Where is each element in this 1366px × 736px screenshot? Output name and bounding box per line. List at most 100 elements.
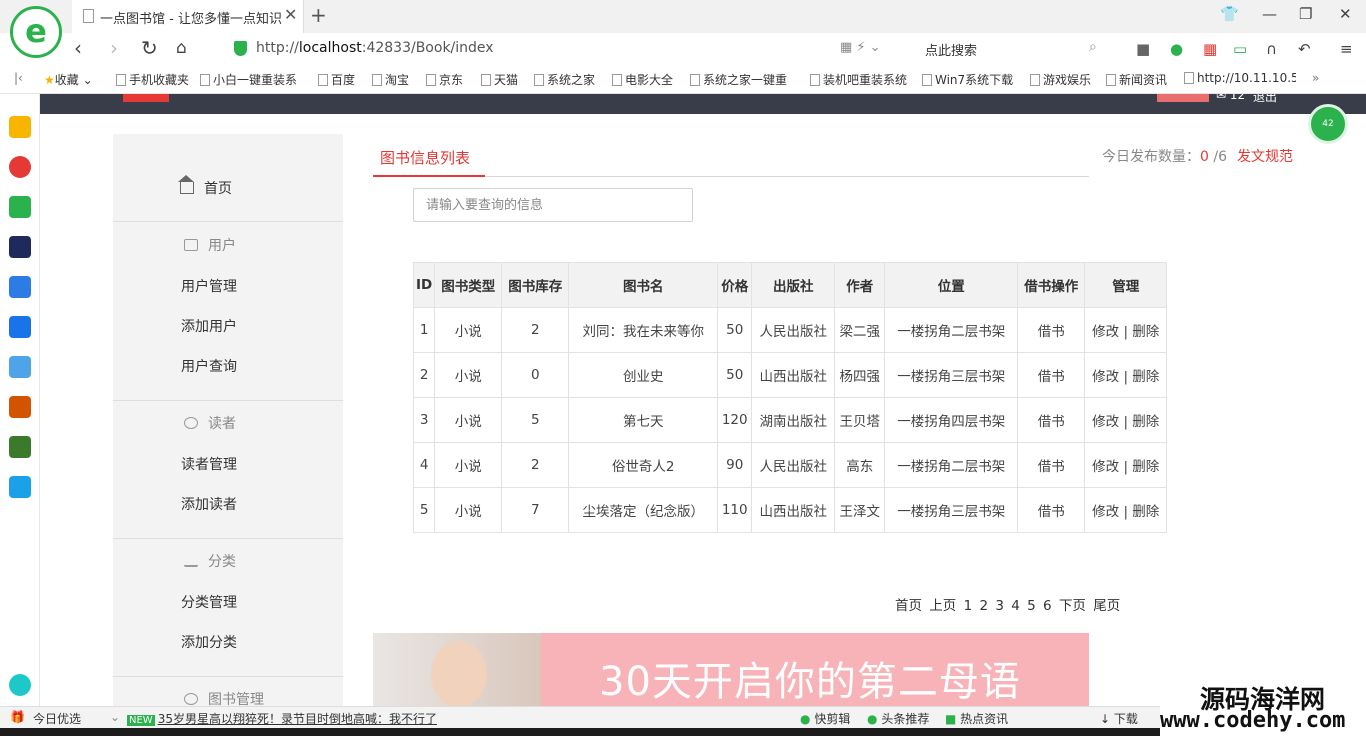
sidebar-item-add-category[interactable]: 添加分类 xyxy=(181,632,237,652)
page-next[interactable]: 下页 xyxy=(1059,598,1086,614)
message-count[interactable]: ✉ 12 xyxy=(1216,94,1245,102)
page-number[interactable]: 4 xyxy=(1011,598,1020,614)
site-logo[interactable] xyxy=(123,94,169,102)
ad-banner[interactable]: 30天开启你的第二母语 xyxy=(373,633,1089,706)
page-number[interactable]: 3 xyxy=(995,598,1004,614)
bookmark-item[interactable]: ★收藏 ⌄ xyxy=(44,71,93,88)
sidebar-item-user-query[interactable]: 用户查询 xyxy=(181,356,237,376)
manage-links[interactable]: 修改 | 删除 xyxy=(1084,352,1168,398)
bookmark-item[interactable]: 京东 xyxy=(426,71,463,88)
undo-icon[interactable]: ↶ xyxy=(1298,40,1311,58)
manage-links[interactable]: 修改 | 删除 xyxy=(1084,442,1168,488)
add-panel-icon[interactable] xyxy=(9,674,31,696)
sidebar-section-readers[interactable]: 读者 xyxy=(184,413,236,433)
borrow-link[interactable]: 借书 xyxy=(1017,487,1086,533)
chevron-down-icon[interactable]: ⌄ xyxy=(110,710,120,724)
sidebar-item-category-manage[interactable]: 分类管理 xyxy=(181,592,237,612)
sidebar-section-books[interactable]: 图书管理 xyxy=(184,689,264,706)
favorites-icon[interactable] xyxy=(9,116,31,138)
borrow-link[interactable]: 借书 xyxy=(1017,307,1086,353)
bookmark-item[interactable]: 手机收藏夹 xyxy=(116,71,189,88)
page-prev[interactable]: 上页 xyxy=(929,598,956,614)
bookmark-item[interactable]: 电影大全 xyxy=(612,71,673,88)
bookmark-item[interactable]: 小白一键重装系 xyxy=(200,71,297,88)
game-icon[interactable] xyxy=(9,396,31,418)
page-first[interactable]: 首页 xyxy=(895,598,922,614)
news-headline[interactable]: 35岁男星高以翔猝死！录节目时倒地高喊：我不行了 xyxy=(158,712,437,726)
status-item[interactable]: ● 快剪辑 xyxy=(800,710,850,727)
skin-icon[interactable]: 👕 xyxy=(1220,5,1239,23)
sidebar-item-user-manage[interactable]: 用户管理 xyxy=(181,276,237,296)
battery-icon[interactable]: ▭ xyxy=(1233,40,1247,58)
manage-links[interactable]: 修改 | 删除 xyxy=(1084,397,1168,443)
bookmark-item[interactable]: 百度 xyxy=(318,71,355,88)
bookmark-item[interactable]: Win7系统下载 xyxy=(922,71,1013,88)
manage-links[interactable]: 修改 | 删除 xyxy=(1084,307,1168,353)
sidebar-section-users[interactable]: 用户 xyxy=(184,235,236,255)
reload-icon[interactable]: ↻ xyxy=(141,36,158,60)
bookmark-item[interactable]: 天猫 xyxy=(481,71,518,88)
sidebar-item-add-user[interactable]: 添加用户 xyxy=(181,316,237,336)
manage-links[interactable]: 修改 | 删除 xyxy=(1084,487,1168,533)
page-number[interactable]: 2 xyxy=(979,598,988,614)
tab-close-icon[interactable]: ✕ xyxy=(284,5,297,24)
search-input[interactable] xyxy=(413,188,693,222)
game-icon[interactable] xyxy=(9,436,31,458)
address-bar[interactable]: http://localhost:42833/Book/index xyxy=(256,40,494,56)
new-tab-button[interactable]: + xyxy=(310,3,327,27)
maximize-icon[interactable]: ❐ xyxy=(1299,5,1312,23)
headphones-icon[interactable]: ∩ xyxy=(1266,40,1277,58)
download-item[interactable]: ↓ 下载 xyxy=(1100,710,1138,727)
page-last[interactable]: 尾页 xyxy=(1093,598,1120,614)
gift-icon[interactable]: 🎁 xyxy=(10,710,25,724)
page-number[interactable]: 1 xyxy=(964,598,973,614)
status-item[interactable]: ■ 热点资讯 xyxy=(945,710,1008,727)
borrow-link[interactable]: 借书 xyxy=(1017,442,1086,488)
browser-tab[interactable]: 一点图书馆 - 让您多懂一点知识 ✕ xyxy=(72,0,304,33)
bookmark-item[interactable]: 装机吧重装系统 xyxy=(810,71,907,88)
close-window-icon[interactable]: ✕ xyxy=(1339,5,1352,23)
page-number[interactable]: 5 xyxy=(1027,598,1036,614)
bookmarks-toggle-icon[interactable]: |‹ xyxy=(14,71,23,85)
publish-rules-link[interactable]: 发文规范 xyxy=(1237,146,1293,166)
bookmark-item[interactable]: http://10.11.10.5 xyxy=(1184,71,1296,85)
status-item[interactable]: ● 头条推荐 xyxy=(867,710,929,727)
borrow-link[interactable]: 借书 xyxy=(1017,352,1086,398)
search-icon[interactable]: ⌕ xyxy=(1089,39,1097,55)
ip-app-icon[interactable] xyxy=(9,476,31,498)
tab-book-list[interactable]: 图书信息列表 xyxy=(380,147,470,168)
sidebar-item-add-reader[interactable]: 添加读者 xyxy=(181,494,237,514)
browser-logo-icon[interactable]: e xyxy=(10,6,62,58)
logout-link[interactable]: 退出 xyxy=(1253,94,1277,105)
back-icon[interactable]: ‹ xyxy=(74,36,82,60)
bookmark-item[interactable]: 淘宝 xyxy=(372,71,409,88)
sidebar-item-home[interactable]: 首页 xyxy=(178,175,232,198)
more-bookmarks-icon[interactable]: » xyxy=(1312,71,1319,85)
sidebar-section-categories[interactable]: 分类 xyxy=(184,551,236,571)
chat-icon[interactable] xyxy=(9,316,31,338)
menu-icon[interactable]: ≡ xyxy=(1340,40,1353,58)
bookmark-item[interactable]: 系统之家一键重 xyxy=(690,71,787,88)
news-app-icon[interactable] xyxy=(9,236,31,258)
mail-icon[interactable] xyxy=(9,196,31,218)
wechat-icon[interactable]: ● xyxy=(1170,40,1183,58)
forward-icon[interactable]: › xyxy=(110,36,118,60)
bookmark-item[interactable]: 新闻资讯 xyxy=(1106,71,1167,88)
header-badge[interactable] xyxy=(1157,94,1209,102)
apps-icon[interactable]: ▦ xyxy=(1203,40,1217,58)
game-icon[interactable] xyxy=(9,356,31,378)
bookmark-item[interactable]: 系统之家 xyxy=(534,71,595,88)
extension-icon[interactable]: ■ xyxy=(1136,40,1150,58)
minimize-icon[interactable]: — xyxy=(1262,5,1277,23)
document-icon[interactable] xyxy=(9,276,31,298)
bookmark-item[interactable]: 游戏娱乐 xyxy=(1030,71,1091,88)
qr-code-icon[interactable]: ▦ ⚡ ⌄ xyxy=(840,40,881,55)
page-number[interactable]: 6 xyxy=(1043,598,1052,614)
home-icon[interactable]: ⌂ xyxy=(176,38,187,58)
weibo-icon[interactable] xyxy=(9,156,31,178)
news-ticker[interactable]: NEW 35岁男星高以翔猝死！录节目时倒地高喊：我不行了 xyxy=(127,710,437,727)
today-picks[interactable]: 今日优选 xyxy=(33,710,81,727)
browser-search-box[interactable]: 点此搜索 ⌕ xyxy=(917,36,1113,62)
borrow-link[interactable]: 借书 xyxy=(1017,397,1086,443)
sidebar-item-reader-manage[interactable]: 读者管理 xyxy=(181,454,237,474)
